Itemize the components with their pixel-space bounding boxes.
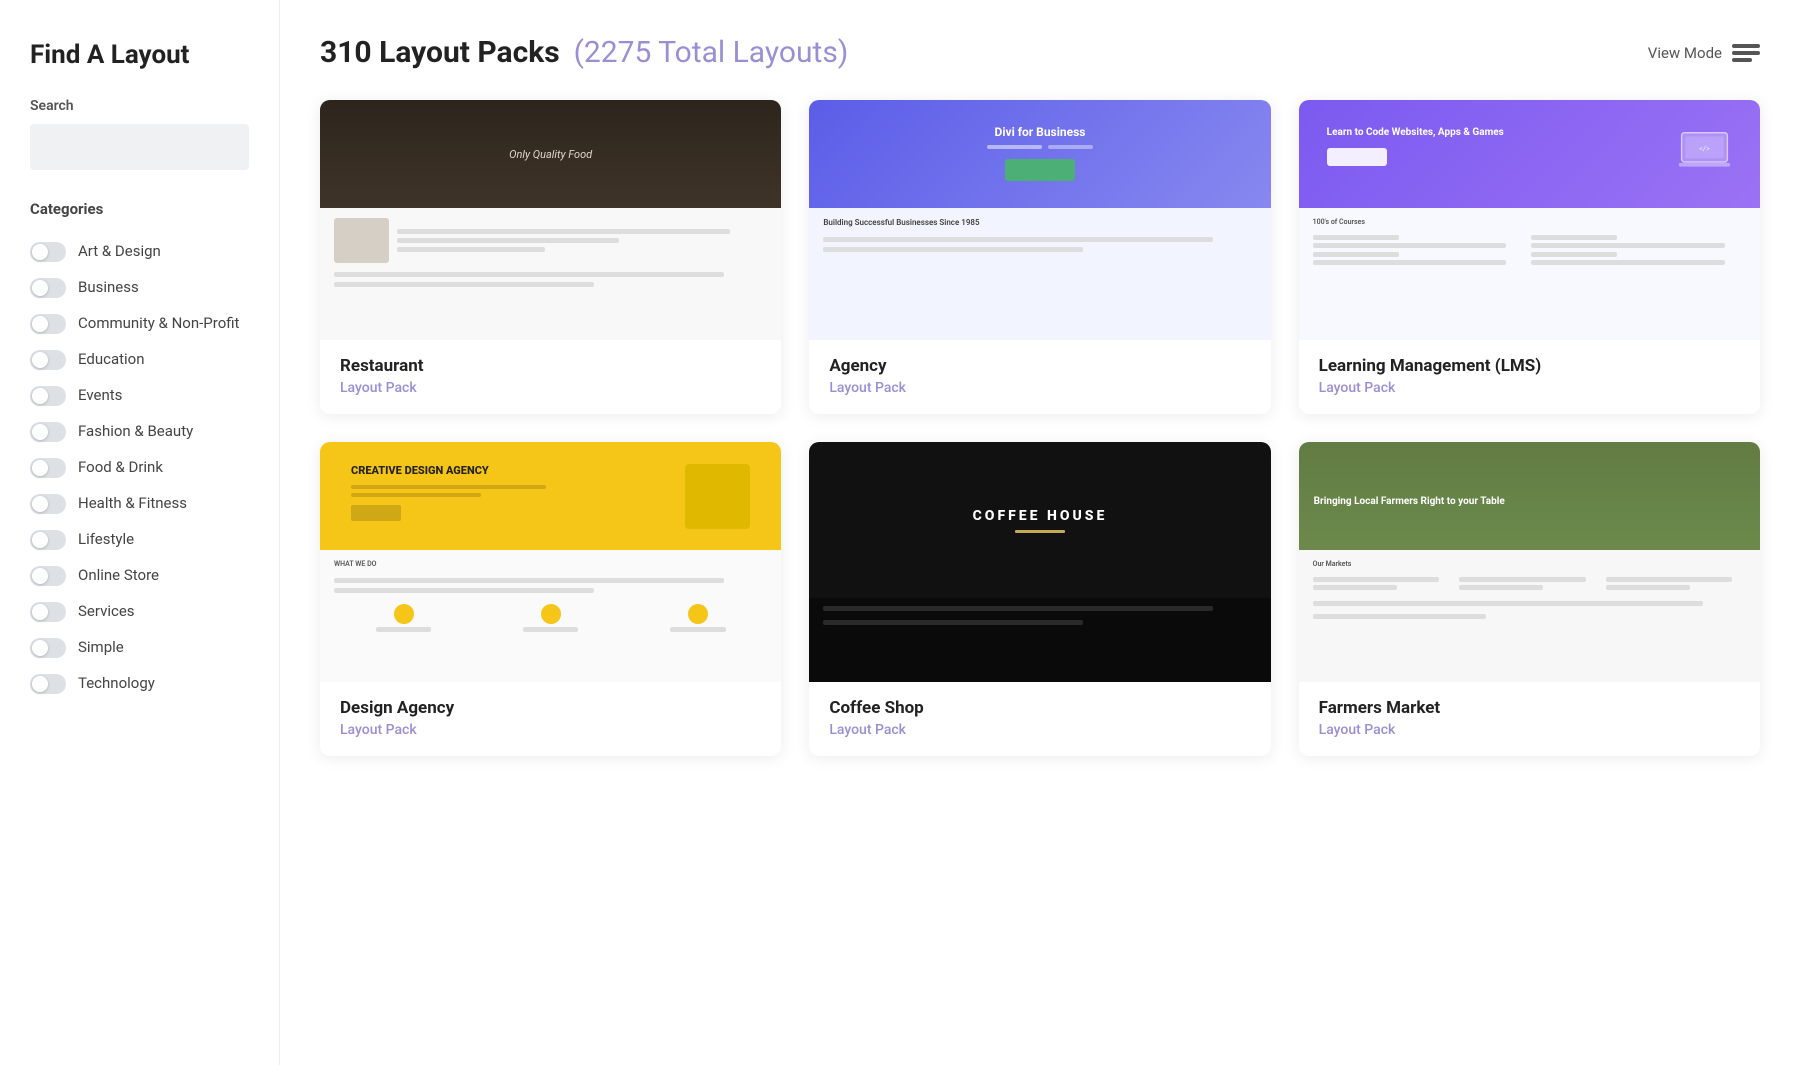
card-body-restaurant: Restaurant Layout Pack xyxy=(320,340,781,414)
layout-card-agency[interactable]: Divi for Business Building Successful Bu… xyxy=(809,100,1270,414)
category-label-business: Business xyxy=(78,278,139,298)
card-name-farmers-market: Farmers Market xyxy=(1319,698,1740,718)
card-body-coffee-shop: Coffee Shop Layout Pack xyxy=(809,682,1270,756)
toggle-community-non-profit[interactable] xyxy=(30,314,66,334)
sidebar-title: Find A Layout xyxy=(30,40,249,70)
lms-preview-header: Learn to Code Websites, Apps & Games </> xyxy=(1299,100,1760,208)
design-agency-preview-header: CREATIVE DESIGN AGENCY xyxy=(320,442,781,550)
view-mode-label: View Mode xyxy=(1648,44,1722,62)
card-preview-farmers-market: Bringing Local Farmers Right to your Tab… xyxy=(1299,442,1760,682)
agency-preview-header: Divi for Business xyxy=(809,100,1270,208)
total-layouts: (2275 Total Layouts) xyxy=(574,35,849,70)
restaurant-thumb xyxy=(334,218,389,263)
category-label-services: Services xyxy=(78,602,135,622)
card-type-agency: Layout Pack xyxy=(829,380,1250,396)
category-label-health-fitness: Health & Fitness xyxy=(78,494,187,514)
sidebar: Find A Layout Search Categories Art & De… xyxy=(0,0,280,1065)
categories-list: Art & Design Business Community & Non-Prof… xyxy=(30,234,249,702)
category-label-events: Events xyxy=(78,386,122,406)
sidebar-item-services[interactable]: Services xyxy=(30,594,249,630)
card-preview-design-agency: CREATIVE DESIGN AGENCY WHAT WE DO xyxy=(320,442,781,682)
category-label-technology: Technology xyxy=(78,674,155,694)
layout-card-design-agency[interactable]: CREATIVE DESIGN AGENCY WHAT WE DO xyxy=(320,442,781,756)
svg-text:</>: </> xyxy=(1699,144,1710,153)
layout-card-farmers-market[interactable]: Bringing Local Farmers Right to your Tab… xyxy=(1299,442,1760,756)
toggle-art-design[interactable] xyxy=(30,242,66,262)
category-label-lifestyle: Lifestyle xyxy=(78,530,134,550)
toggle-technology[interactable] xyxy=(30,674,66,694)
card-name-restaurant: Restaurant xyxy=(340,356,761,376)
card-name-lms: Learning Management (LMS) xyxy=(1319,356,1740,376)
farmers-preview-content: Our Markets xyxy=(1299,550,1760,682)
card-type-lms: Layout Pack xyxy=(1319,380,1740,396)
card-type-coffee-shop: Layout Pack xyxy=(829,722,1250,738)
category-label-education: Education xyxy=(78,350,145,370)
card-preview-agency: Divi for Business Building Successful Bu… xyxy=(809,100,1270,340)
laptop-illustration: </> xyxy=(1677,126,1732,176)
toggle-simple[interactable] xyxy=(30,638,66,658)
restaurant-preview-header: Only Quality Food xyxy=(320,100,781,208)
category-label-online-store: Online Store xyxy=(78,566,159,586)
toggle-online-store[interactable] xyxy=(30,566,66,586)
toggle-business[interactable] xyxy=(30,278,66,298)
search-input[interactable] xyxy=(30,124,249,170)
sidebar-item-education[interactable]: Education xyxy=(30,342,249,378)
toggle-services[interactable] xyxy=(30,602,66,622)
layout-card-coffee-shop[interactable]: COFFEE HOUSE Coffee Shop Layout Pack xyxy=(809,442,1270,756)
card-type-design-agency: Layout Pack xyxy=(340,722,761,738)
main-header: 310 Layout Packs (2275 Total Layouts) Vi… xyxy=(320,35,1760,70)
categories-label: Categories xyxy=(30,200,249,218)
toggle-education[interactable] xyxy=(30,350,66,370)
sidebar-item-community-non-profit[interactable]: Community & Non-Profit xyxy=(30,306,249,342)
category-label-art-design: Art & Design xyxy=(78,242,161,262)
coffee-preview-content xyxy=(809,598,1270,682)
sidebar-item-online-store[interactable]: Online Store xyxy=(30,558,249,594)
coffee-preview-header: COFFEE HOUSE xyxy=(809,442,1270,598)
grid-view-icon xyxy=(1732,42,1760,64)
layout-card-lms[interactable]: Learn to Code Websites, Apps & Games </> xyxy=(1299,100,1760,414)
design-agency-preview-content: WHAT WE DO xyxy=(320,550,781,682)
search-label: Search xyxy=(30,98,249,114)
card-body-lms: Learning Management (LMS) Layout Pack xyxy=(1299,340,1760,414)
card-preview-lms: Learn to Code Websites, Apps & Games </> xyxy=(1299,100,1760,340)
card-name-design-agency: Design Agency xyxy=(340,698,761,718)
toggle-lifestyle[interactable] xyxy=(30,530,66,550)
sidebar-item-art-design[interactable]: Art & Design xyxy=(30,234,249,270)
toggle-fashion-beauty[interactable] xyxy=(30,422,66,442)
sidebar-item-lifestyle[interactable]: Lifestyle xyxy=(30,522,249,558)
sidebar-item-business[interactable]: Business xyxy=(30,270,249,306)
main-content: 310 Layout Packs (2275 Total Layouts) Vi… xyxy=(280,0,1800,1065)
layout-card-restaurant[interactable]: Only Quality Food xyxy=(320,100,781,414)
sidebar-item-technology[interactable]: Technology xyxy=(30,666,249,702)
category-label-simple: Simple xyxy=(78,638,124,658)
card-body-design-agency: Design Agency Layout Pack xyxy=(320,682,781,756)
view-mode-button[interactable]: View Mode xyxy=(1648,42,1760,64)
lms-preview-content: 100's of Courses xyxy=(1299,208,1760,340)
main-title-group: 310 Layout Packs (2275 Total Layouts) xyxy=(320,35,848,70)
sidebar-item-events[interactable]: Events xyxy=(30,378,249,414)
card-name-coffee-shop: Coffee Shop xyxy=(829,698,1250,718)
sidebar-item-simple[interactable]: Simple xyxy=(30,630,249,666)
restaurant-preview-content xyxy=(320,208,781,340)
farmers-preview-header: Bringing Local Farmers Right to your Tab… xyxy=(1299,442,1760,562)
packs-count: 310 Layout Packs xyxy=(320,35,560,70)
toggle-health-fitness[interactable] xyxy=(30,494,66,514)
card-name-agency: Agency xyxy=(829,356,1250,376)
layouts-grid: Only Quality Food xyxy=(320,100,1760,756)
agency-preview-content: Building Successful Businesses Since 198… xyxy=(809,208,1270,340)
sidebar-item-food-drink[interactable]: Food & Drink xyxy=(30,450,249,486)
category-label-fashion-beauty: Fashion & Beauty xyxy=(78,422,193,442)
card-body-farmers-market: Farmers Market Layout Pack xyxy=(1299,682,1760,756)
card-preview-coffee-shop: COFFEE HOUSE xyxy=(809,442,1270,682)
card-type-farmers-market: Layout Pack xyxy=(1319,722,1740,738)
sidebar-item-fashion-beauty[interactable]: Fashion & Beauty xyxy=(30,414,249,450)
card-type-restaurant: Layout Pack xyxy=(340,380,761,396)
category-label-food-drink: Food & Drink xyxy=(78,458,163,478)
card-preview-restaurant: Only Quality Food xyxy=(320,100,781,340)
card-body-agency: Agency Layout Pack xyxy=(809,340,1270,414)
sidebar-item-health-fitness[interactable]: Health & Fitness xyxy=(30,486,249,522)
category-label-community-non-profit: Community & Non-Profit xyxy=(78,314,239,334)
toggle-events[interactable] xyxy=(30,386,66,406)
toggle-food-drink[interactable] xyxy=(30,458,66,478)
